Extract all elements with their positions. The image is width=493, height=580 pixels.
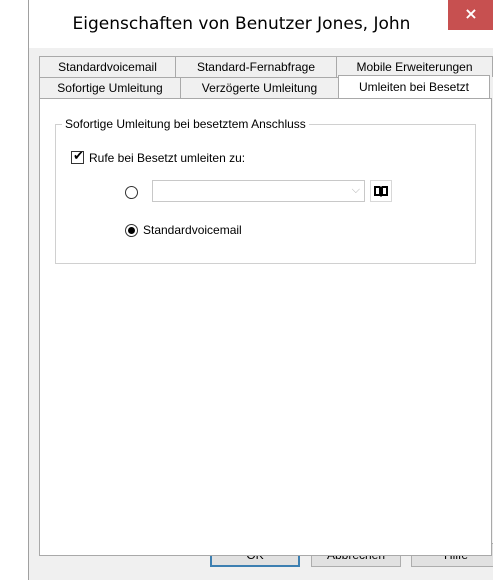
forward-on-busy-label[interactable]: Rufe bei Besetzt umleiten zu:	[89, 151, 245, 165]
group-legend: Sofortige Umleitung bei besetztem Anschl…	[62, 117, 309, 131]
tab-label: Standardvoicemail	[58, 60, 157, 74]
busy-forwarding-group: Sofortige Umleitung bei besetztem Anschl…	[55, 117, 476, 264]
voicemail-radio-label[interactable]: Standardvoicemail	[143, 223, 242, 237]
tab-sofortige-umleitung[interactable]: Sofortige Umleitung	[39, 77, 181, 98]
close-icon: ×	[464, 4, 478, 23]
tab-row-back: Standardvoicemail Standard-Fernabfrage M…	[39, 56, 493, 77]
forward-on-busy-checkbox[interactable]: ✔	[71, 149, 84, 164]
forward-to-voicemail-radio[interactable]	[125, 224, 138, 237]
tab-panel-busy-forwarding: Sofortige Umleitung bei besetztem Anschl…	[39, 98, 492, 556]
tab-umleiten-bei-besetzt[interactable]: Umleiten bei Besetzt	[338, 75, 490, 98]
address-book-icon	[374, 186, 388, 197]
properties-dialog: Eigenschaften von Benutzer Jones, John ×…	[28, 0, 493, 580]
tab-label: Standard-Fernabfrage	[196, 60, 316, 74]
chevron-down-icon[interactable]: ⌵	[352, 183, 360, 197]
radio-selected-dot	[128, 227, 135, 234]
tab-standard-fernabfrage[interactable]: Standard-Fernabfrage	[175, 56, 337, 77]
tab-label: Mobile Erweiterungen	[356, 60, 473, 74]
dialog-title: Eigenschaften von Benutzer Jones, John	[72, 14, 411, 34]
tab-label: Sofortige Umleitung	[57, 81, 163, 95]
tab-standardvoicemail[interactable]: Standardvoicemail	[39, 56, 176, 77]
forward-to-number-radio[interactable]	[125, 186, 138, 199]
close-button[interactable]: ×	[448, 0, 493, 30]
tab-row-front: Sofortige Umleitung Verzögerte Umleitung…	[39, 75, 490, 98]
tab-verzoegerte-umleitung[interactable]: Verzögerte Umleitung	[180, 77, 339, 98]
title-bar[interactable]: Eigenschaften von Benutzer Jones, John ×	[29, 0, 493, 48]
tab-mobile-erweiterungen[interactable]: Mobile Erweiterungen	[336, 56, 493, 77]
tab-label: Verzögerte Umleitung	[201, 81, 318, 95]
tab-label: Umleiten bei Besetzt	[358, 80, 470, 94]
address-book-button[interactable]	[370, 180, 392, 202]
checkmark-icon: ✔	[73, 149, 84, 164]
forward-number-combobox[interactable]: ⌵	[152, 180, 365, 202]
